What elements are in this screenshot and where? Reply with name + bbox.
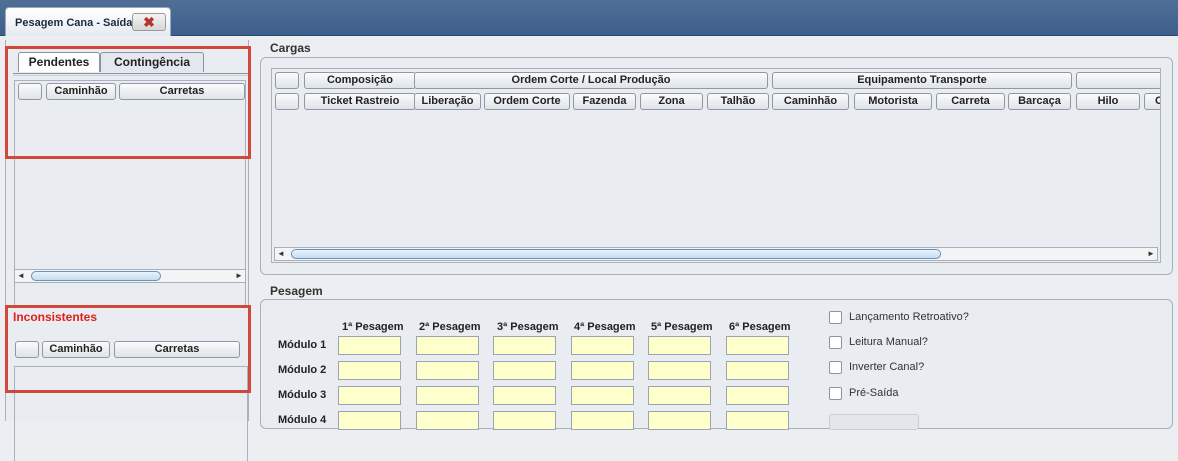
window-tab-bar: Pesagem Cana - Saída ✖ (0, 0, 1178, 36)
tab-title: Pesagem Cana - Saída (15, 17, 133, 29)
scroll-right-icon[interactable]: ► (233, 270, 245, 282)
scroll-left-icon[interactable]: ◄ (275, 248, 287, 260)
weight-input-m2-p4[interactable] (571, 361, 634, 380)
row-label-modulo-3: Módulo 3 (278, 389, 327, 401)
cargas-column-motorista[interactable]: Motorista (854, 93, 932, 110)
column-header-pesagem-3: 3ª Pesagem (497, 321, 559, 333)
cargas-column-carreta[interactable]: Carreta (936, 93, 1005, 110)
column-header-pesagem-6: 6ª Pesagem (729, 321, 791, 333)
action-button[interactable] (829, 414, 919, 430)
cargas-column-liberacao[interactable]: Liberação (414, 93, 481, 110)
option-label: Pré-Saída (849, 387, 899, 399)
weight-input-m1-p5[interactable] (648, 336, 711, 355)
cargas-column-hilo[interactable]: Hilo (1076, 93, 1140, 110)
checkbox[interactable] (829, 336, 842, 349)
inconsistentes-title: Inconsistentes (13, 310, 98, 324)
close-icon[interactable]: ✖ (132, 13, 166, 31)
option-label: Inverter Canal? (849, 361, 925, 373)
cargas-column-select[interactable] (275, 93, 299, 110)
cargas-group-composicao[interactable]: Composição (304, 72, 416, 89)
highlight-pendentes (5, 46, 251, 159)
column-header-pesagem-4: 4ª Pesagem (574, 321, 636, 333)
pesagem-title: Pesagem (270, 284, 323, 298)
weight-input-m3-p5[interactable] (648, 386, 711, 405)
scroll-right-icon[interactable]: ► (1145, 248, 1157, 260)
inconsistentes-column-select[interactable] (15, 341, 39, 358)
scroll-thumb[interactable] (31, 271, 161, 281)
cargas-panel: Composição Ordem Corte / Local Produção … (260, 57, 1173, 275)
weight-input-m2-p2[interactable] (416, 361, 479, 380)
inconsistentes-column-carretas[interactable]: Carretas (114, 341, 240, 358)
cargas-group-equipamento[interactable]: Equipamento Transporte (772, 72, 1072, 89)
cargas-column-ordem-corte[interactable]: Ordem Corte (484, 93, 570, 110)
tab-pesagem-cana-saida[interactable]: Pesagem Cana - Saída ✖ (5, 7, 171, 36)
weight-input-m3-p6[interactable] (726, 386, 789, 405)
row-label-modulo-2: Módulo 2 (278, 364, 327, 376)
cargas-table[interactable]: Composição Ordem Corte / Local Produção … (271, 68, 1161, 263)
row-label-modulo-1: Módulo 1 (278, 339, 327, 351)
weight-input-m1-p2[interactable] (416, 336, 479, 355)
weight-input-m3-p4[interactable] (571, 386, 634, 405)
cargas-column-c[interactable]: C (1144, 93, 1160, 110)
weight-input-m1-p1[interactable] (338, 336, 401, 355)
weight-input-m1-p6[interactable] (726, 336, 789, 355)
checkbox[interactable] (829, 387, 842, 400)
column-header-pesagem-5: 5ª Pesagem (651, 321, 713, 333)
weight-input-m1-p4[interactable] (571, 336, 634, 355)
cargas-column-talhao[interactable]: Talhão (707, 93, 769, 110)
scroll-thumb[interactable] (291, 249, 941, 259)
cargas-column-zona[interactable]: Zona (640, 93, 703, 110)
weight-input-m2-p5[interactable] (648, 361, 711, 380)
weight-input-m2-p1[interactable] (338, 361, 401, 380)
weight-input-m2-p3[interactable] (493, 361, 556, 380)
weight-input-m3-p1[interactable] (338, 386, 401, 405)
weight-input-m3-p2[interactable] (416, 386, 479, 405)
weight-input-m2-p6[interactable] (726, 361, 789, 380)
cargas-column-barcaca[interactable]: Barcaça (1008, 93, 1071, 110)
scroll-left-icon[interactable]: ◄ (15, 270, 27, 282)
pendentes-hscrollbar[interactable]: ◄ ► (14, 269, 246, 283)
column-header-pesagem-2: 2ª Pesagem (419, 321, 481, 333)
cargas-title: Cargas (270, 41, 311, 55)
option-label: Leitura Manual? (849, 336, 928, 348)
checkbox[interactable] (829, 361, 842, 374)
pesagem-panel: 1ª Pesagem 2ª Pesagem 3ª Pesagem 4ª Pesa… (260, 299, 1173, 430)
cargas-column-fazenda[interactable]: Fazenda (573, 93, 636, 110)
cargas-group-extra[interactable] (1076, 72, 1160, 89)
column-header-pesagem-1: 1ª Pesagem (342, 321, 404, 333)
cargas-hscrollbar[interactable]: ◄ ► (274, 247, 1158, 261)
weight-input-m3-p3[interactable] (493, 386, 556, 405)
option-label: Lançamento Retroativo? (849, 311, 969, 323)
inconsistentes-column-caminhao[interactable]: Caminhão (42, 341, 110, 358)
cargas-column-ticket-rastreio[interactable]: Ticket Rastreio (304, 93, 416, 110)
weight-input-m1-p3[interactable] (493, 336, 556, 355)
cargas-group-blank[interactable] (275, 72, 299, 89)
cargas-group-ordem-corte[interactable]: Ordem Corte / Local Produção (414, 72, 768, 89)
cargas-column-caminhao[interactable]: Caminhão (772, 93, 849, 110)
checkbox[interactable] (829, 311, 842, 324)
row-label-modulo-4: Módulo 4 (278, 414, 327, 426)
